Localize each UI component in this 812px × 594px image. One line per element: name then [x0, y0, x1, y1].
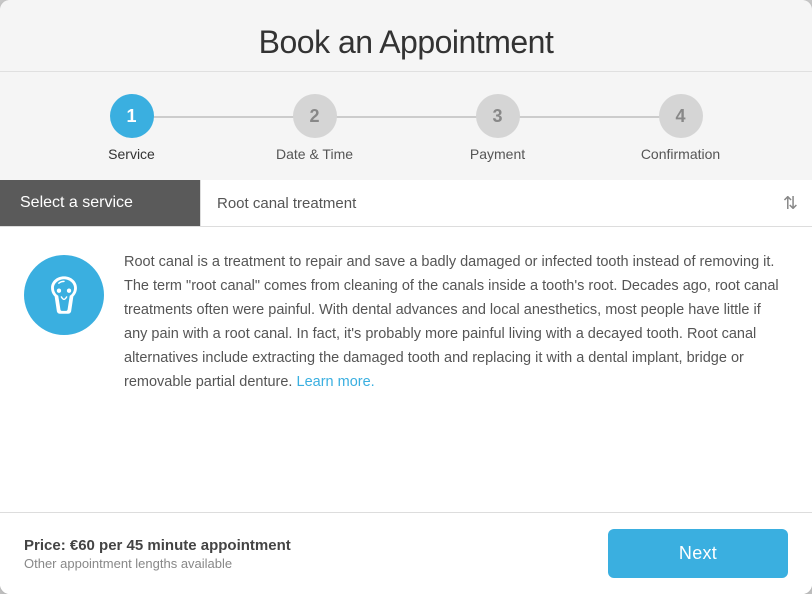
price-info: Price: €60 per 45 minute appointment Oth… — [24, 537, 291, 571]
booking-modal: Book an Appointment 1 Service 2 Date & T… — [0, 0, 812, 594]
service-info-section: Root canal is a treatment to repair and … — [0, 227, 812, 512]
content-area: Select a service Root canal treatment Te… — [0, 180, 812, 594]
step-2-label: Date & Time — [276, 146, 353, 162]
step-4-label: Confirmation — [641, 146, 720, 162]
modal-title: Book an Appointment — [20, 24, 792, 61]
step-1-circle: 1 — [110, 94, 154, 138]
service-select-row: Select a service Root canal treatment Te… — [0, 180, 812, 227]
step-4-circle: 4 — [659, 94, 703, 138]
step-1-label: Service — [108, 146, 155, 162]
learn-more-link[interactable]: Learn more. — [297, 374, 375, 390]
footer: Price: €60 per 45 minute appointment Oth… — [0, 512, 812, 594]
step-4: 4 Confirmation — [589, 94, 772, 162]
step-3-label: Payment — [470, 146, 525, 162]
step-2-circle: 2 — [293, 94, 337, 138]
service-icon — [24, 255, 104, 335]
step-3: 3 Payment — [406, 94, 589, 162]
next-button[interactable]: Next — [608, 529, 788, 578]
step-1: 1 Service — [40, 94, 223, 162]
step-3-circle: 3 — [476, 94, 520, 138]
service-description-text: Root canal is a treatment to repair and … — [124, 251, 788, 492]
service-dropdown[interactable]: Root canal treatment Teeth cleaning Toot… — [201, 180, 812, 226]
step-2: 2 Date & Time — [223, 94, 406, 162]
price-sub: Other appointment lengths available — [24, 556, 291, 571]
select-wrapper: Root canal treatment Teeth cleaning Toot… — [200, 180, 812, 226]
stepper: 1 Service 2 Date & Time 3 Payment 4 Conf… — [0, 72, 812, 180]
price-main: Price: €60 per 45 minute appointment — [24, 537, 291, 554]
select-label: Select a service — [0, 180, 200, 226]
modal-header: Book an Appointment — [0, 0, 812, 72]
tooth-icon — [41, 272, 87, 318]
